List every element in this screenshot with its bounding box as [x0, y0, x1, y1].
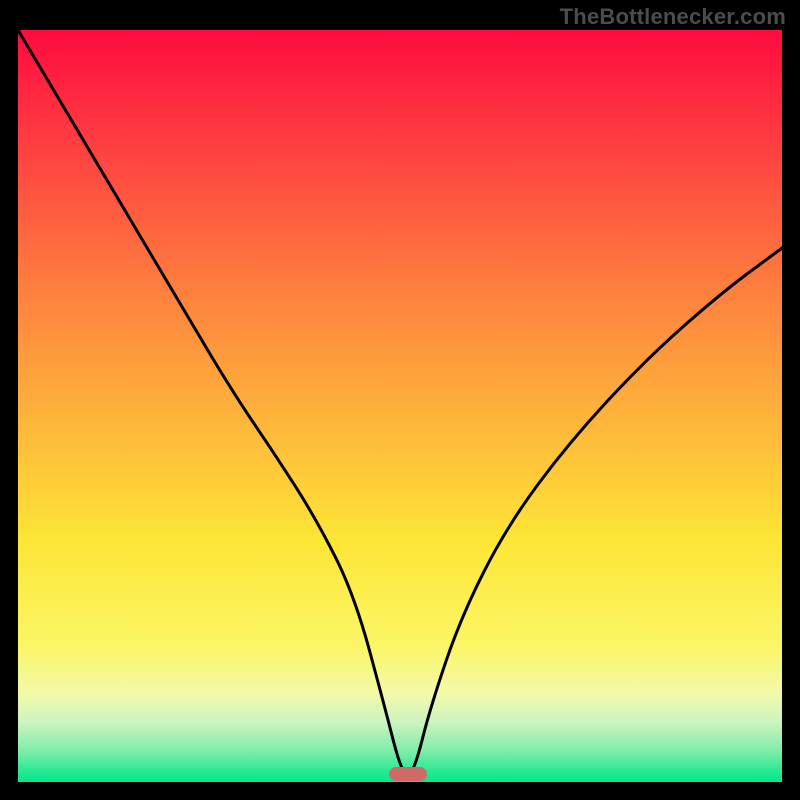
heat-gradient [18, 30, 782, 782]
stage: TheBottlenecker.com [0, 0, 800, 800]
plot-area [18, 30, 782, 782]
watermark-text: TheBottlenecker.com [560, 4, 786, 30]
